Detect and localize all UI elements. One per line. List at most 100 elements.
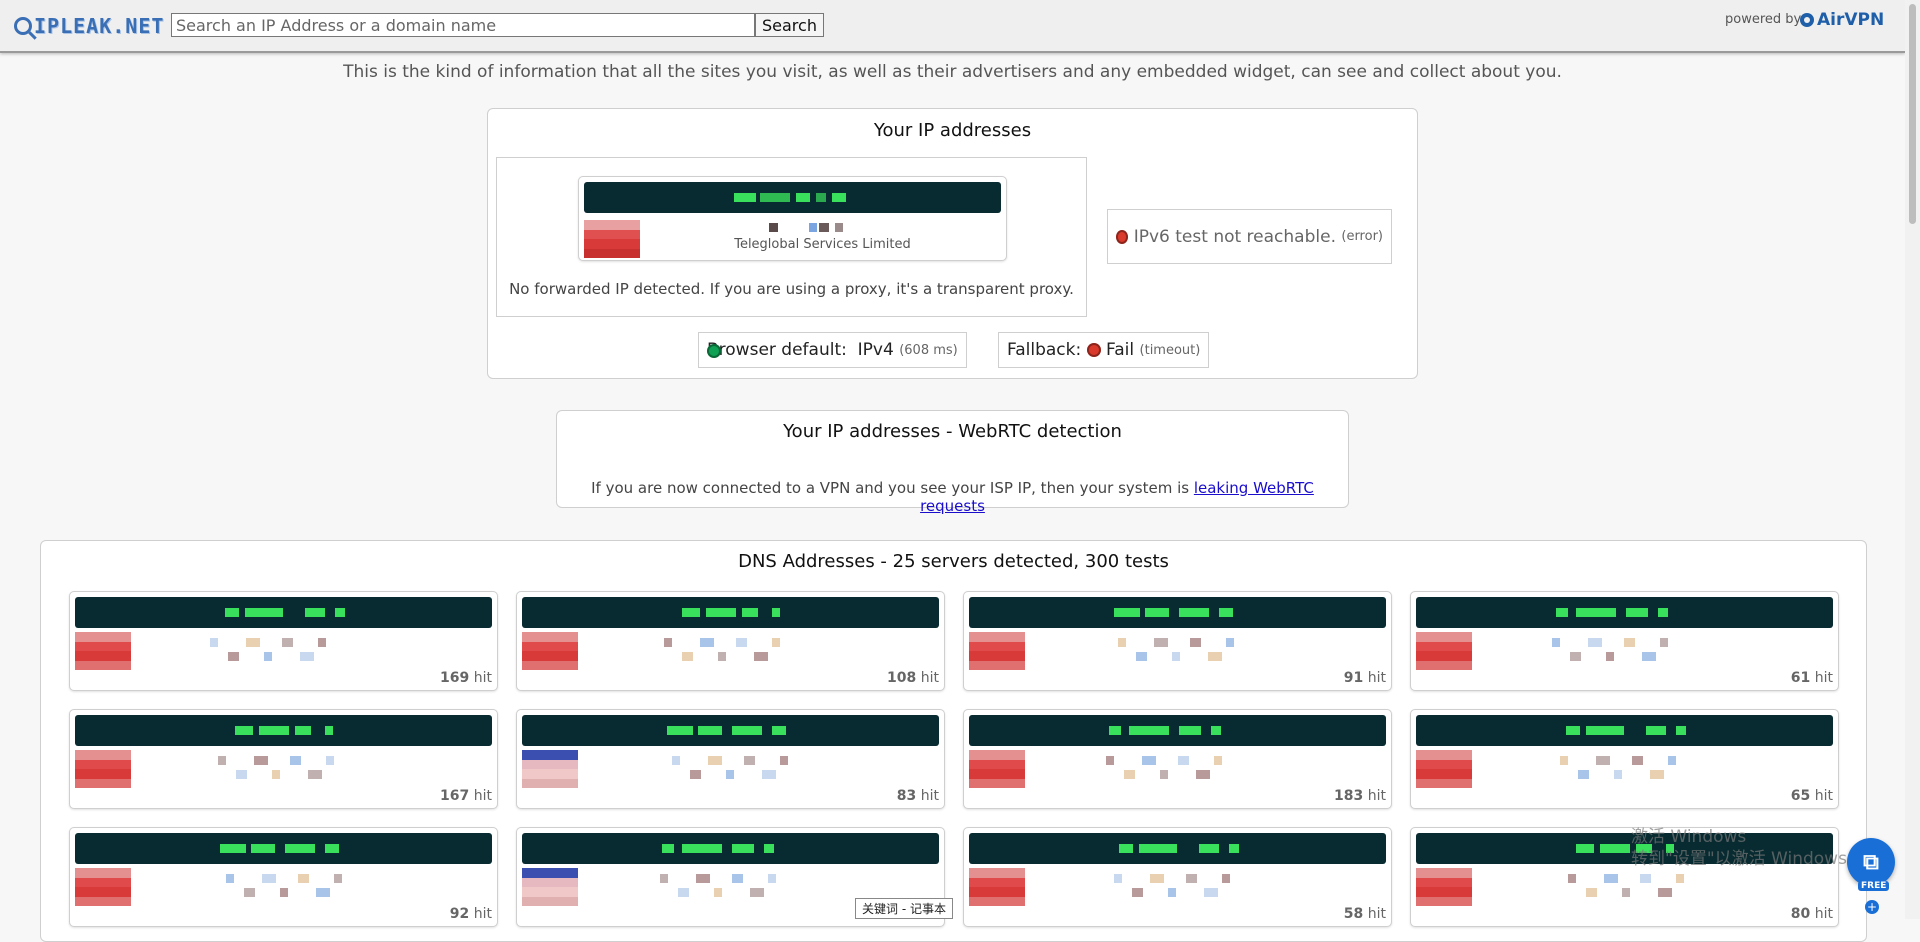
dns-hit-number: 167 [440, 788, 470, 804]
dns-ip-bar[interactable] [969, 715, 1386, 746]
dns-panel: DNS Addresses - 25 servers detected, 300… [40, 540, 1867, 942]
dns-server-card[interactable]: 91 hit [963, 591, 1392, 691]
ipv4-result-box: Teleglobal Services Limited No forwarded… [496, 157, 1087, 317]
search-button[interactable]: Search [755, 13, 824, 37]
search-input[interactable] [171, 13, 755, 37]
dns-ip-bar[interactable] [969, 597, 1386, 628]
browser-default-value: IPv4 [857, 340, 894, 360]
browser-default-time: (608 ms) [899, 342, 958, 358]
notepad-taskbar-tooltip: 关键词 - 记事本 [855, 898, 953, 919]
dns-hit-number: 169 [440, 670, 470, 686]
dns-hit-suffix: hit [920, 788, 939, 804]
dns-hit-suffix: hit [473, 906, 492, 922]
dns-server-card[interactable]: 108 hit [516, 591, 945, 691]
fallback-label: Fallback: [1007, 340, 1082, 360]
fallback-box: Fallback: Fail (timeout) [998, 332, 1210, 368]
top-bar: IPLEAK.NET Search powered by AirVPN [0, 0, 1905, 53]
dns-hit-count: 108 hit [887, 670, 939, 686]
dns-ip-bar[interactable] [522, 715, 939, 746]
dns-hit-suffix: hit [1814, 788, 1833, 804]
dns-hit-suffix: hit [1367, 788, 1386, 804]
dns-hit-count: 167 hit [440, 788, 492, 804]
country-flag [1416, 632, 1472, 670]
dns-server-card[interactable]: 183 hit [963, 709, 1392, 809]
dns-hit-number: 83 [896, 788, 917, 804]
ip-card[interactable]: Teleglobal Services Limited [578, 176, 1007, 261]
dns-server-card[interactable]: 58 hit [963, 827, 1392, 927]
dns-hit-count: 91 hit [1344, 670, 1386, 686]
watermark-line-2: 转到"设置"以激活 Windows。 [1631, 849, 1864, 869]
dns-hit-count: 169 hit [440, 670, 492, 686]
fallback-status-dot [1086, 343, 1101, 357]
dns-ip-bar[interactable] [75, 833, 492, 864]
dns-ip-bar[interactable] [75, 597, 492, 628]
dns-hit-number: 183 [1334, 788, 1364, 804]
country-flag [969, 750, 1025, 788]
ip-addresses-panel: Your IP addresses Teleglobal Services Li… [487, 108, 1418, 379]
dns-ip-bar[interactable] [1416, 597, 1833, 628]
dns-hit-count: 183 hit [1334, 788, 1386, 804]
country-flag [1416, 750, 1472, 788]
dns-server-card[interactable]: 61 hit [1410, 591, 1839, 691]
country-flag [75, 632, 131, 670]
dns-ip-bar[interactable] [522, 597, 939, 628]
dns-server-card[interactable]: 167 hit [69, 709, 498, 809]
airvpn-logo-icon [1800, 13, 1814, 27]
dns-hit-count: 61 hit [1791, 670, 1833, 686]
country-flag [1416, 868, 1472, 906]
country-flag [522, 632, 578, 670]
dns-hit-suffix: hit [1367, 906, 1386, 922]
ipv6-status-detail: (error) [1341, 229, 1383, 244]
ipv6-status-text: IPv6 test not reachable. [1133, 226, 1336, 247]
dns-hit-count: 92 hit [450, 906, 492, 922]
airvpn-brand-link[interactable]: AirVPN [1800, 10, 1884, 30]
dns-server-card[interactable]: 169 hit [69, 591, 498, 691]
ipv4-status-dot [707, 344, 721, 358]
dns-hit-suffix: hit [920, 670, 939, 686]
browser-default-box: Browser default: IPv4 (608 ms) [698, 332, 967, 368]
dns-hit-number: 80 [1790, 906, 1811, 922]
no-forwarded-ip-note: No forwarded IP detected. If you are usi… [509, 280, 1074, 298]
dns-ip-bar[interactable] [1416, 715, 1833, 746]
dns-hit-number: 61 [1790, 670, 1811, 686]
dns-ip-bar[interactable] [75, 715, 492, 746]
dns-hit-count: 58 hit [1344, 906, 1386, 922]
webrtc-panel: Your IP addresses - WebRTC detection If … [556, 410, 1349, 515]
webrtc-note-text: If you are now connected to a VPN and yo… [591, 479, 1190, 497]
dns-hit-number: 91 [1343, 670, 1364, 686]
add-icon[interactable]: + [1865, 900, 1879, 914]
country-flag [969, 868, 1025, 906]
dns-server-card[interactable]: 92 hit [69, 827, 498, 927]
site-logo[interactable]: IPLEAK.NET [14, 12, 164, 40]
dns-hit-number: 108 [887, 670, 917, 686]
powered-by-text: powered by [1725, 12, 1802, 27]
browser-default-label: Browser default: [707, 340, 847, 360]
dns-hit-number: 65 [1790, 788, 1811, 804]
floating-translate-icon[interactable]: ⧉ [1847, 838, 1895, 886]
scrollbar-thumb[interactable] [1909, 4, 1916, 224]
dns-ip-bar[interactable] [522, 833, 939, 864]
dns-hit-suffix: hit [1814, 670, 1833, 686]
dns-hit-number: 92 [449, 906, 470, 922]
dns-server-card[interactable]: 65 hit [1410, 709, 1839, 809]
country-flag [75, 750, 131, 788]
logo-text: IPLEAK.NET [34, 14, 165, 38]
dns-hit-count: 83 hit [897, 788, 939, 804]
magnifier-icon [14, 17, 32, 35]
dns-ip-bar[interactable] [969, 833, 1386, 864]
country-flag [969, 632, 1025, 670]
country-flag [522, 868, 578, 906]
free-badge: FREE [1858, 881, 1890, 891]
page-scrollbar[interactable] [1905, 0, 1920, 919]
dns-server-card[interactable]: 83 hit [516, 709, 945, 809]
fallback-detail: (timeout) [1139, 342, 1201, 358]
fallback-value: Fail [1106, 340, 1135, 360]
dns-hit-suffix: hit [1367, 670, 1386, 686]
dns-title: DNS Addresses - 25 servers detected, 300… [738, 551, 1169, 572]
dns-hit-number: 58 [1343, 906, 1364, 922]
windows-activation-watermark: 激活 Windows 转到"设置"以激活 Windows。 [1631, 826, 1864, 870]
country-flag [75, 868, 131, 906]
ip-address-bar[interactable] [584, 182, 1001, 213]
webrtc-note: If you are now connected to a VPN and yo… [557, 479, 1348, 515]
country-flag [522, 750, 578, 788]
